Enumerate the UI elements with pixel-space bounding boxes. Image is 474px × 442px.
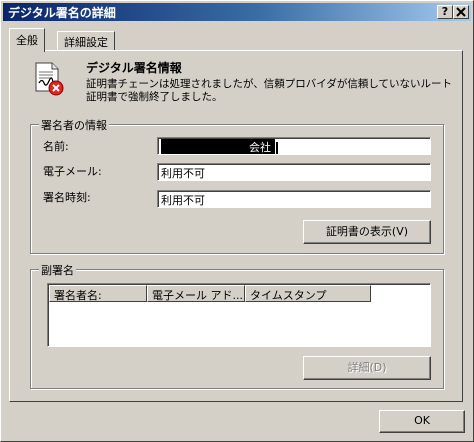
tab-label: 詳細設定 [64, 36, 108, 49]
countersignatures-group-label: 副署名 [39, 262, 76, 278]
view-certificate-button[interactable]: 証明書の表示(V) [303, 220, 431, 244]
email-field[interactable]: 利用不可 [157, 163, 431, 181]
signing-time-label: 署名時刻: [43, 191, 91, 204]
signer-info-group: 署名者の情報 名前: 会社 電子メール: 利用不可 署名時刻: 利用不可 証明書… [30, 117, 444, 254]
name-redaction-mark [276, 142, 278, 154]
email-label: 電子メール: [43, 165, 102, 178]
signature-info-heading: デジタル署名情報 [86, 61, 182, 75]
name-value: 会社 [161, 139, 275, 154]
name-field[interactable]: 会社 [157, 137, 431, 155]
column-header-signer-name[interactable]: 署名者名: [49, 285, 147, 302]
countersignatures-list[interactable]: 署名者名: 電子メール アド... タイムスタンプ [47, 283, 431, 347]
tab-advanced[interactable]: 詳細設定 [57, 31, 115, 51]
signature-warning-icon [35, 62, 64, 96]
tab-label: 全般 [16, 34, 38, 47]
column-header-email-address[interactable]: 電子メール アド... [147, 285, 245, 302]
signer-info-group-label: 署名者の情報 [39, 117, 109, 133]
tab-general[interactable]: 全般 [9, 28, 45, 52]
help-button[interactable]: ? [437, 5, 453, 19]
signing-time-field[interactable]: 利用不可 [157, 190, 431, 208]
general-tab-panel: デジタル署名情報 証明書チェーンは処理されましたが、信頼プロバイダが信頼していな… [9, 50, 463, 402]
window-title: デジタル署名の詳細 [8, 6, 116, 20]
countersignatures-group: 副署名 署名者名: 電子メール アド... タイムスタンプ 詳細(D) [30, 262, 444, 389]
close-button[interactable] [453, 5, 469, 19]
column-header-timestamp[interactable]: タイムスタンプ [245, 285, 371, 302]
name-label: 名前: [43, 140, 69, 153]
title-bar[interactable]: デジタル署名の詳細 ? [3, 3, 471, 21]
signature-info-message-line2: 証明書で強制終了しました。 [86, 91, 223, 103]
ok-button[interactable]: OK [379, 410, 465, 433]
digital-signature-details-window: デジタル署名の詳細 ? 全般 詳細設定 デジタル署名情報 証明書チェーンは処理さ… [0, 0, 474, 442]
details-button[interactable]: 詳細(D) [303, 356, 431, 380]
close-icon [456, 7, 466, 17]
